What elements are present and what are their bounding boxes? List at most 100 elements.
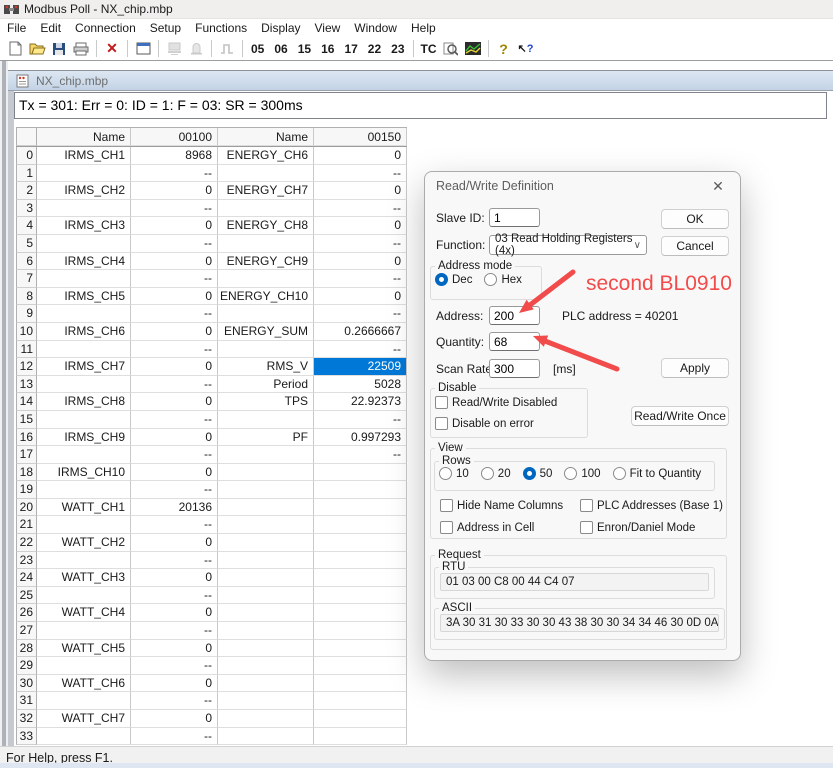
name-cell[interactable] — [37, 657, 131, 675]
name-cell[interactable] — [37, 165, 131, 183]
name-cell[interactable]: IRMS_CH3 — [37, 217, 131, 235]
value-cell[interactable] — [314, 481, 407, 499]
value-cell[interactable]: -- — [314, 305, 407, 323]
pulse-icon[interactable] — [216, 39, 238, 59]
name-cell[interactable]: IRMS_CH8 — [37, 393, 131, 411]
rows-option-10[interactable]: 10 — [439, 467, 469, 480]
menu-item-edit[interactable]: Edit — [33, 19, 68, 37]
name-cell[interactable]: WATT_CH6 — [37, 675, 131, 693]
name-cell[interactable] — [37, 200, 131, 218]
name-cell[interactable] — [218, 675, 314, 693]
value-cell[interactable]: 0 — [314, 147, 407, 165]
view-option-address-in-cell[interactable]: Address in Cell — [440, 521, 580, 534]
value-cell[interactable]: -- — [314, 341, 407, 359]
name-cell[interactable] — [37, 622, 131, 640]
name-cell[interactable] — [218, 446, 314, 464]
name-cell[interactable] — [218, 165, 314, 183]
value-cell[interactable]: 0 — [131, 710, 218, 728]
value-cell[interactable]: 0.997293 — [314, 429, 407, 447]
function-button-05[interactable]: 05 — [247, 42, 268, 56]
value-cell[interactable]: 0 — [131, 569, 218, 587]
name-cell[interactable]: PF — [218, 429, 314, 447]
menu-item-connection[interactable]: Connection — [68, 19, 143, 37]
name-cell[interactable] — [218, 640, 314, 658]
menu-item-help[interactable]: Help — [404, 19, 443, 37]
close-icon[interactable]: ✕ — [709, 178, 727, 195]
value-cell[interactable]: -- — [314, 270, 407, 288]
name-cell[interactable]: IRMS_CH6 — [37, 323, 131, 341]
name-cell[interactable]: WATT_CH1 — [37, 499, 131, 517]
name-cell[interactable]: ENERGY_CH7 — [218, 182, 314, 200]
value-cell[interactable] — [314, 657, 407, 675]
value-cell[interactable] — [314, 728, 407, 746]
open-file-icon[interactable] — [26, 39, 48, 59]
name-cell[interactable] — [218, 587, 314, 605]
value-cell[interactable]: -- — [131, 165, 218, 183]
slave-id-input[interactable] — [489, 208, 540, 227]
name-cell[interactable]: ENERGY_CH6 — [218, 147, 314, 165]
value-cell[interactable]: 0 — [131, 640, 218, 658]
name-cell[interactable] — [37, 587, 131, 605]
setup-window-icon[interactable] — [132, 39, 154, 59]
value-cell[interactable] — [314, 710, 407, 728]
name-cell[interactable]: Period — [218, 376, 314, 394]
name-cell[interactable] — [218, 481, 314, 499]
value-cell[interactable]: 0 — [131, 604, 218, 622]
function-dropdown[interactable]: 03 Read Holding Registers (4x) ∨ — [489, 235, 647, 255]
value-cell[interactable]: -- — [131, 341, 218, 359]
name-cell[interactable]: ENERGY_SUM — [218, 323, 314, 341]
name-cell[interactable] — [218, 341, 314, 359]
value-cell[interactable]: 0 — [314, 288, 407, 306]
context-help-icon[interactable]: ↖? — [515, 39, 537, 59]
name-cell[interactable] — [218, 657, 314, 675]
name-cell[interactable]: WATT_CH5 — [37, 640, 131, 658]
value-cell[interactable]: -- — [314, 235, 407, 253]
value-cell[interactable]: -- — [314, 411, 407, 429]
function-button-16[interactable]: 16 — [317, 42, 338, 56]
name-cell[interactable]: ENERGY_CH10 — [218, 288, 314, 306]
name-cell[interactable]: ENERGY_CH9 — [218, 253, 314, 271]
name-cell[interactable] — [37, 552, 131, 570]
value-cell[interactable]: 0 — [131, 217, 218, 235]
name-cell[interactable] — [218, 728, 314, 746]
value-cell[interactable]: -- — [131, 692, 218, 710]
scan-rate-input[interactable] — [489, 359, 540, 378]
cancel-button[interactable]: Cancel — [661, 236, 729, 256]
save-icon[interactable] — [48, 39, 70, 59]
test-center-button[interactable]: TC — [418, 39, 440, 59]
grid-header-cell[interactable] — [16, 128, 37, 146]
name-cell[interactable]: IRMS_CH7 — [37, 358, 131, 376]
value-cell[interactable]: 0 — [131, 358, 218, 376]
name-cell[interactable]: IRMS_CH5 — [37, 288, 131, 306]
function-button-23[interactable]: 23 — [387, 42, 408, 56]
rows-option-20[interactable]: 20 — [481, 467, 511, 480]
function-button-06[interactable]: 06 — [270, 42, 291, 56]
value-cell[interactable] — [314, 569, 407, 587]
value-cell[interactable]: -- — [131, 200, 218, 218]
value-cell[interactable]: -- — [131, 235, 218, 253]
grid-header-cell[interactable]: 00100 — [131, 128, 218, 146]
value-cell[interactable]: -- — [131, 622, 218, 640]
value-cell[interactable] — [314, 516, 407, 534]
value-cell[interactable] — [314, 587, 407, 605]
value-cell[interactable] — [314, 622, 407, 640]
value-cell[interactable]: -- — [131, 411, 218, 429]
name-cell[interactable] — [37, 446, 131, 464]
read-write-once-button[interactable]: Read/Write Once — [631, 406, 729, 426]
name-cell[interactable] — [37, 376, 131, 394]
value-cell[interactable]: -- — [131, 657, 218, 675]
name-cell[interactable]: WATT_CH7 — [37, 710, 131, 728]
name-cell[interactable] — [37, 692, 131, 710]
value-cell[interactable] — [314, 534, 407, 552]
new-file-icon[interactable] — [4, 39, 26, 59]
name-cell[interactable] — [37, 728, 131, 746]
disconnect-icon[interactable]: ✕ — [101, 39, 123, 59]
grid-header-cell[interactable]: 00150 — [314, 128, 407, 146]
menu-item-setup[interactable]: Setup — [143, 19, 188, 37]
apply-button[interactable]: Apply — [661, 358, 729, 378]
value-cell[interactable]: -- — [131, 552, 218, 570]
function-button-22[interactable]: 22 — [364, 42, 385, 56]
value-cell[interactable]: -- — [131, 305, 218, 323]
name-cell[interactable] — [218, 270, 314, 288]
print-icon[interactable] — [70, 39, 92, 59]
